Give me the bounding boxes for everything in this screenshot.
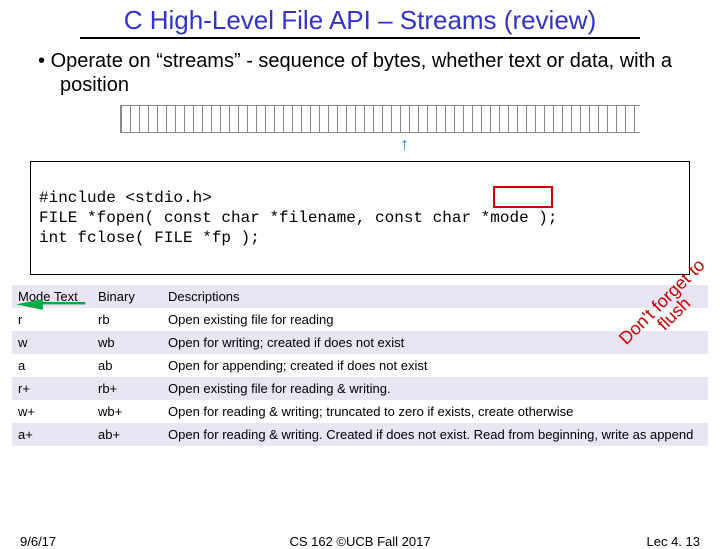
mode-highlight-box — [493, 186, 553, 208]
cell: w — [12, 331, 92, 354]
code-line-1: #include <stdio.h> — [39, 189, 212, 207]
footer-lec: Lec 4. 13 — [647, 534, 701, 549]
cell: Open for writing; created if does not ex… — [162, 331, 708, 354]
cell: ab+ — [92, 423, 162, 446]
slide-title: C High-Level File API – Streams (review) — [0, 0, 720, 37]
title-rule — [80, 37, 640, 39]
code-line-3: int fclose( FILE *fp ); — [39, 229, 260, 247]
cell: wb+ — [92, 400, 162, 423]
cell: r+ — [12, 377, 92, 400]
th-binary: Binary — [92, 285, 162, 308]
cell: a+ — [12, 423, 92, 446]
byte-stream-diagram — [120, 105, 640, 133]
position-arrow-icon: ↑ — [400, 135, 720, 153]
mode-table: Mode Text Binary Descriptions r rb Open … — [12, 285, 708, 446]
bullet-text: Operate on “streams” - sequence of bytes… — [0, 49, 720, 97]
cell: Open for appending; created if does not … — [162, 354, 708, 377]
cell: rb+ — [92, 377, 162, 400]
table-row: w wb Open for writing; created if does n… — [12, 331, 708, 354]
table-row: a ab Open for appending; created if does… — [12, 354, 708, 377]
cell: rb — [92, 308, 162, 331]
code-block: #include <stdio.h> FILE *fopen( const ch… — [30, 161, 690, 275]
cell: r — [12, 308, 92, 331]
cell: wb — [92, 331, 162, 354]
footer-date: 9/6/17 — [20, 534, 56, 549]
footer-course: CS 162 ©UCB Fall 2017 — [289, 534, 430, 549]
th-mode-text: Mode Text — [12, 285, 92, 308]
table-row: r rb Open existing file for reading — [12, 308, 708, 331]
table-row: w+ wb+ Open for reading & writing; trunc… — [12, 400, 708, 423]
code-line-2: FILE *fopen( const char *filename, const… — [39, 209, 557, 227]
cell: Open existing file for reading — [162, 308, 708, 331]
cell: a — [12, 354, 92, 377]
table-row: r+ rb+ Open existing file for reading & … — [12, 377, 708, 400]
cell: Open for reading & writing; truncated to… — [162, 400, 708, 423]
cell: Open existing file for reading & writing… — [162, 377, 708, 400]
mode-table-wrap: ◀━━ Mode Text Binary Descriptions r rb O… — [12, 285, 708, 446]
cell: w+ — [12, 400, 92, 423]
table-row: a+ ab+ Open for reading & writing. Creat… — [12, 423, 708, 446]
th-descriptions: Descriptions — [162, 285, 708, 308]
cell: ab — [92, 354, 162, 377]
cell: Open for reading & writing. Created if d… — [162, 423, 708, 446]
